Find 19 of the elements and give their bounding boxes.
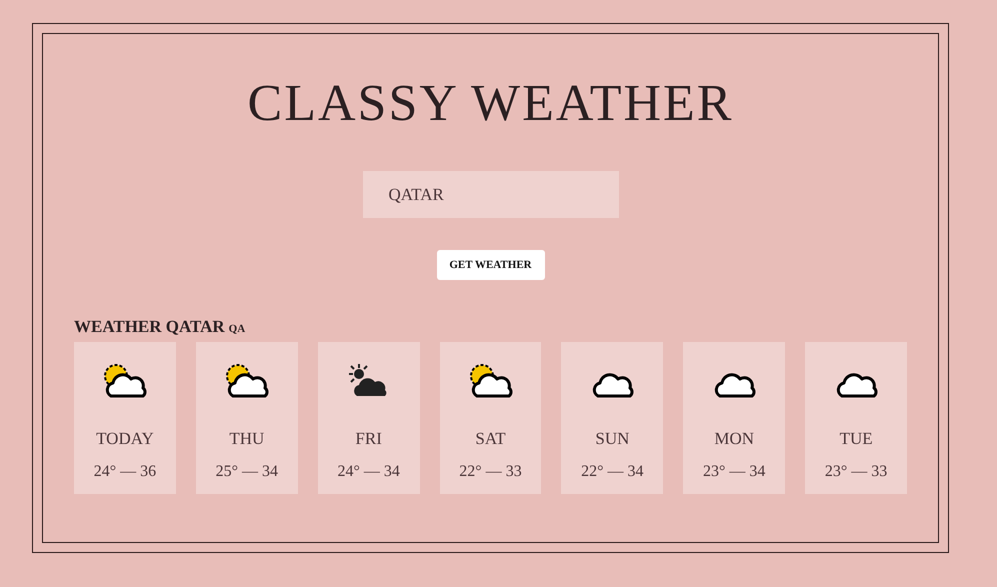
- day-name: TODAY: [96, 428, 154, 450]
- temperature-range: 23° — 34: [703, 462, 766, 482]
- day-name: SUN: [595, 428, 630, 450]
- country-code: QA: [228, 322, 246, 337]
- app-title: CLASSY WEATHER: [246, 78, 734, 130]
- temperature-range: 22° — 34: [581, 462, 644, 482]
- day-name: FRI: [355, 428, 382, 450]
- temperature-range: 24° — 34: [337, 462, 400, 482]
- day-name: SAT: [475, 428, 506, 450]
- get-weather-button[interactable]: GET WEATHER: [436, 250, 544, 280]
- day-name: TUE: [840, 428, 873, 450]
- forecast-heading: WEATHER QATAR: [74, 316, 225, 338]
- temperature-range: 24° — 36: [94, 462, 156, 482]
- day-name: MON: [714, 428, 754, 450]
- day-name: THU: [229, 428, 264, 450]
- city-input-field[interactable]: QATAR: [362, 171, 618, 218]
- temperature-range: 25° — 34: [216, 462, 278, 482]
- temperature-range: 22° — 33: [459, 462, 522, 482]
- temperature-range: 23° — 33: [824, 462, 888, 482]
